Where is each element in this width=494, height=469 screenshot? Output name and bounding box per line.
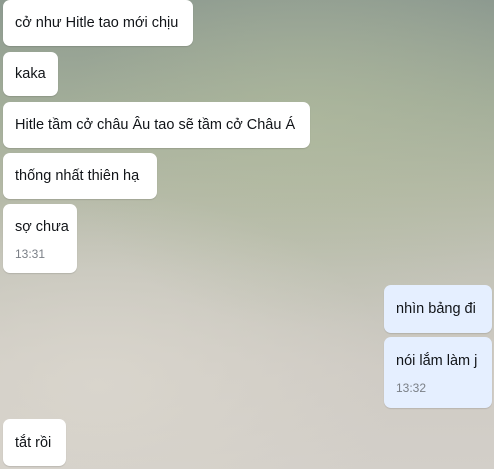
message-text: Hitle tầm cở châu Âu tao sẽ tầm cở Châu … [15, 117, 296, 133]
message-text: nói lắm làm j [396, 353, 478, 369]
message-bubble-incoming[interactable]: kaka [3, 52, 58, 96]
message-text: nhìn bảng đi [396, 301, 476, 317]
message-bubble-outgoing[interactable]: nhìn bảng đi [384, 285, 492, 333]
message-bubble-outgoing[interactable]: nói lắm làm j 13:32 [384, 337, 492, 408]
message-bubble-incoming[interactable]: cở như Hitle tao mới chịu [3, 0, 193, 46]
message-text: sợ chưa [15, 219, 69, 235]
message-text: cở như Hitle tao mới chịu [15, 15, 179, 31]
message-timestamp: 13:31 [15, 247, 46, 261]
message-text: thống nhất thiên hạ [15, 168, 140, 184]
message-text: kaka [15, 66, 46, 82]
message-bubble-incoming[interactable]: Hitle tầm cở châu Âu tao sẽ tầm cở Châu … [3, 102, 310, 148]
message-bubble-incoming[interactable]: sợ chưa 13:31 [3, 204, 77, 273]
message-bubble-incoming[interactable]: tắt rồi [3, 419, 66, 466]
chat-conversation: cở như Hitle tao mới chịu kaka Hitle tầm… [0, 0, 494, 469]
message-bubble-incoming[interactable]: thống nhất thiên hạ [3, 153, 157, 199]
message-text: tắt rồi [15, 435, 52, 451]
message-timestamp: 13:32 [396, 381, 427, 395]
